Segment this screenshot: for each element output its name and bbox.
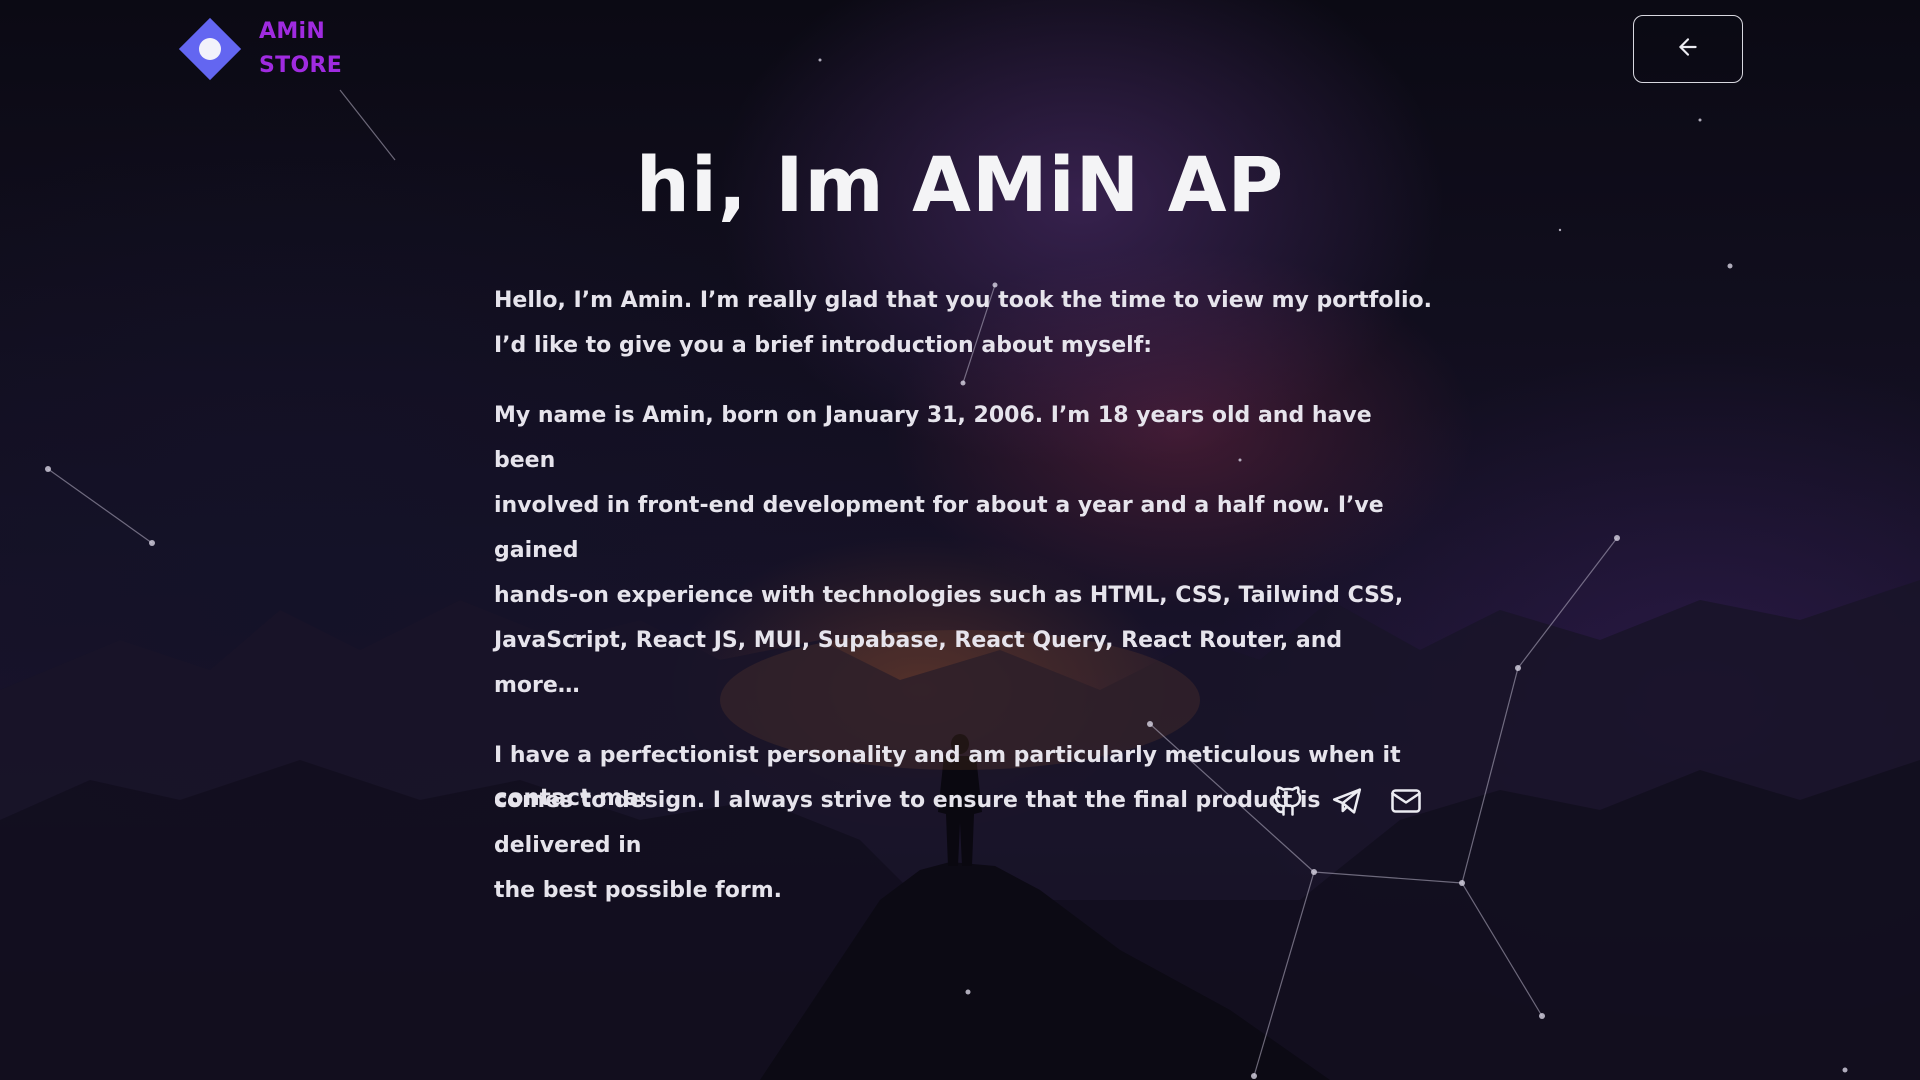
arrow-left-icon: [1675, 34, 1701, 64]
logo-text: AMiN STORE: [259, 15, 342, 83]
intro-paragraph: Hello, I’m Amin. I’m really glad that yo…: [494, 288, 1433, 358]
mail-link[interactable]: [1388, 785, 1424, 821]
portfolio-page: AMiN STORE hi, Im AMiN AP Hello, I’m Ami…: [0, 0, 1920, 1080]
logo-line-1: AMiN: [259, 19, 326, 44]
contact-label: contact me:: [494, 785, 648, 811]
diamond-logo-icon: [175, 14, 245, 84]
back-button[interactable]: [1633, 15, 1743, 83]
page-title: hi, Im AMiN AP: [635, 140, 1285, 229]
github-link[interactable]: [1270, 785, 1306, 821]
store-logo-link[interactable]: AMiN STORE: [175, 14, 342, 84]
telegram-icon: [1330, 784, 1364, 822]
telegram-link[interactable]: [1329, 785, 1365, 821]
github-icon: [1270, 783, 1306, 823]
about-text: Hello, I’m Amin. I’m really glad that yo…: [494, 278, 1434, 938]
social-links: [1270, 785, 1424, 821]
logo-line-2: STORE: [259, 53, 343, 78]
experience-paragraph: My name is Amin, born on January 31, 200…: [494, 403, 1404, 698]
mail-icon: [1388, 783, 1424, 823]
contact-row: contact me:: [494, 779, 1424, 833]
